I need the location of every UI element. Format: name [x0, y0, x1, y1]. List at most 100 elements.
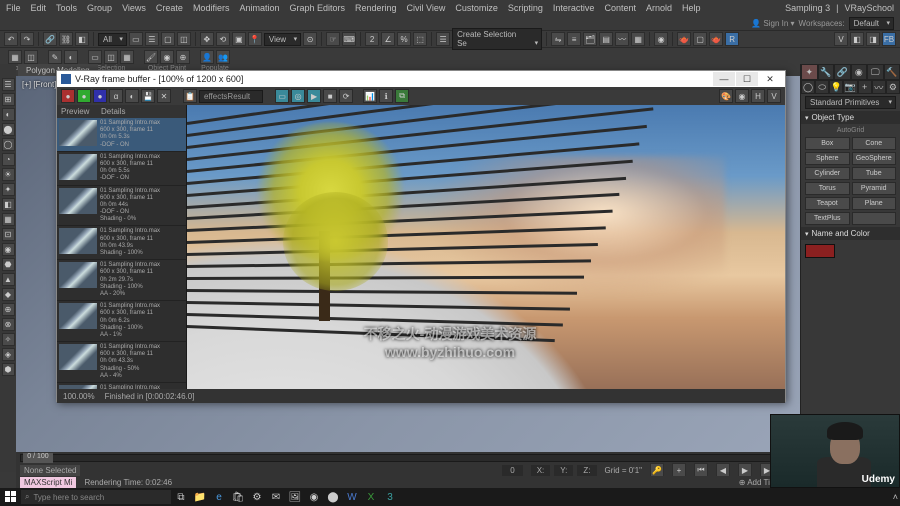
- left-tool-17[interactable]: ⊗: [2, 318, 15, 331]
- primitive-torus-button[interactable]: Torus: [805, 182, 850, 195]
- subtab-spacewarps[interactable]: 〰: [872, 80, 886, 94]
- selection-icon-3[interactable]: ▦: [120, 50, 134, 64]
- subtab-helpers[interactable]: +: [858, 80, 872, 94]
- vfb-cc-button[interactable]: 🎨: [719, 89, 733, 103]
- left-tool-20[interactable]: ⬢: [2, 363, 15, 376]
- frame-field[interactable]: 0: [502, 465, 522, 476]
- taskbar-app-store[interactable]: 🛍: [229, 489, 247, 505]
- menu-help[interactable]: Help: [682, 3, 701, 13]
- vfb-history-item[interactable]: 01 Sampling Intro.max600 x 300, frame 11…: [57, 152, 186, 186]
- left-tool-11[interactable]: ⊡: [2, 228, 15, 241]
- vfb-track-button[interactable]: ◎: [291, 89, 305, 103]
- vfb-pixel-info-button[interactable]: ℹ: [379, 89, 393, 103]
- subtab-cameras[interactable]: 📷: [843, 80, 857, 94]
- menu-views[interactable]: Views: [122, 3, 146, 13]
- primitive-pyramid-button[interactable]: Pyramid: [852, 182, 897, 195]
- vfb-history-item[interactable]: 01 Sampling Intro.max600 x 300, frame 11…: [57, 118, 186, 152]
- play-button[interactable]: ▶: [738, 463, 752, 477]
- vfb-clear-button[interactable]: ✕: [157, 89, 171, 103]
- curve-editor-button[interactable]: 〰: [615, 32, 629, 46]
- schematic-view-button[interactable]: ▦: [631, 32, 645, 46]
- mirror-button[interactable]: ⇋: [551, 32, 565, 46]
- move-button[interactable]: ✥: [200, 32, 214, 46]
- start-button[interactable]: [2, 489, 20, 505]
- taskbar-app-edge[interactable]: e: [210, 489, 228, 505]
- vfb-history-item[interactable]: 01 Sampling Intro.max600 x 300, frame 11…: [57, 383, 186, 389]
- vfb-minimize-button[interactable]: —: [713, 72, 735, 86]
- vfb-render-view[interactable]: [187, 105, 785, 389]
- select-button[interactable]: ▭: [129, 32, 143, 46]
- left-tool-9[interactable]: ◧: [2, 198, 15, 211]
- tab-create[interactable]: ✦: [801, 64, 818, 80]
- primitive-teapot-button[interactable]: Teapot: [805, 197, 850, 210]
- vfb-render-last-button[interactable]: ▶: [307, 89, 321, 103]
- redo-button[interactable]: ↷: [20, 32, 34, 46]
- left-tool-13[interactable]: ⬣: [2, 258, 15, 271]
- subtab-systems[interactable]: ⚙: [886, 80, 900, 94]
- left-tool-12[interactable]: ◉: [2, 243, 15, 256]
- scale-button[interactable]: ▣: [232, 32, 246, 46]
- select-manipulate-button[interactable]: ☞: [326, 32, 340, 46]
- vray-button-3[interactable]: ◨: [866, 32, 880, 46]
- workspaces-combo[interactable]: Default: [849, 17, 894, 30]
- left-tool-18[interactable]: ✧: [2, 333, 15, 346]
- ref-coord-combo[interactable]: View: [264, 33, 301, 46]
- setkey-button[interactable]: +: [672, 463, 686, 477]
- subtab-shapes[interactable]: ⬭: [815, 80, 829, 94]
- left-tool-3[interactable]: ◐: [2, 108, 15, 121]
- tab-display[interactable]: 🖵: [867, 64, 884, 80]
- vfb-compare-button[interactable]: ⧉: [395, 89, 409, 103]
- objpaint-icon[interactable]: 🖌: [144, 50, 158, 64]
- render-production-button[interactable]: 🫖: [709, 32, 723, 46]
- subtab-lights[interactable]: 💡: [829, 80, 843, 94]
- menu-arnold[interactable]: Arnold: [646, 3, 672, 13]
- named-selection-button[interactable]: ☰: [436, 32, 450, 46]
- left-tool-14[interactable]: ▲: [2, 273, 15, 286]
- primitive-cone-button[interactable]: Cone: [852, 137, 897, 150]
- tab-modify[interactable]: 🔧: [818, 64, 835, 80]
- vfb-channel-a-button[interactable]: α: [109, 89, 123, 103]
- primitive-tube-button[interactable]: Tube: [852, 167, 897, 180]
- spinner-snap-button[interactable]: ⬚: [413, 32, 427, 46]
- objpaint-icon-3[interactable]: ⊕: [176, 50, 190, 64]
- taskbar-app-1[interactable]: 📁: [191, 489, 209, 505]
- populate-icon[interactable]: 👤: [200, 50, 214, 64]
- left-tool-10[interactable]: ▦: [2, 213, 15, 226]
- x-field[interactable]: X:: [531, 465, 551, 476]
- vfb-maximize-button[interactable]: ☐: [736, 72, 758, 86]
- selection-icon-2[interactable]: ◫: [104, 50, 118, 64]
- place-button[interactable]: 📍: [248, 32, 262, 46]
- subtab-geometry[interactable]: ◯: [801, 80, 815, 94]
- left-tool-6[interactable]: ◔: [2, 153, 15, 166]
- vfb-history-panel[interactable]: Preview Details 01 Sampling Intro.max600…: [57, 105, 187, 389]
- rollout-object-type[interactable]: Object Type: [801, 111, 900, 124]
- vfb-history-item[interactable]: 01 Sampling Intro.max600 x 300, frame 11…: [57, 342, 186, 383]
- taskbar-app-chrome[interactable]: ◉: [305, 489, 323, 505]
- select-name-button[interactable]: ☰: [145, 32, 159, 46]
- keyboard-shortcut-button[interactable]: ⌨: [342, 32, 356, 46]
- render-iterative-button[interactable]: R: [725, 32, 739, 46]
- vfb-link-pdplayer-button[interactable]: 📊: [363, 89, 377, 103]
- taskbar-search[interactable]: ⌕ Type here to search: [21, 490, 171, 504]
- left-tool-4[interactable]: ⬤: [2, 123, 15, 136]
- left-tool-15[interactable]: ◆: [2, 288, 15, 301]
- populate-icon-2[interactable]: 👥: [216, 50, 230, 64]
- menu-rendering[interactable]: Rendering: [355, 3, 397, 13]
- left-tool-7[interactable]: ☀: [2, 168, 15, 181]
- render-setup-button[interactable]: 🫖: [677, 32, 691, 46]
- named-selection-combo[interactable]: Create Selection Se: [452, 28, 542, 50]
- snap-percent-button[interactable]: %: [397, 32, 411, 46]
- modeling-icon[interactable]: ▦: [8, 50, 22, 64]
- vfb-history-item[interactable]: 01 Sampling Intro.max600 x 300, frame 11…: [57, 301, 186, 342]
- menu-content[interactable]: Content: [604, 3, 636, 13]
- primitive-sphere-button[interactable]: Sphere: [805, 152, 850, 165]
- primitive-cylinder-button[interactable]: Cylinder: [805, 167, 850, 180]
- select-region-button[interactable]: ▢: [161, 32, 175, 46]
- taskbar-app-3dsmax[interactable]: 3: [381, 489, 399, 505]
- tab-hierarchy[interactable]: 🔗: [834, 64, 851, 80]
- primitive-plane-button[interactable]: Plane: [852, 197, 897, 210]
- vfb-ipr-button[interactable]: ⟳: [339, 89, 353, 103]
- autokey-button[interactable]: 🔑: [650, 463, 664, 477]
- vfb-stop-button[interactable]: ■: [323, 89, 337, 103]
- selection-icon[interactable]: ▭: [88, 50, 102, 64]
